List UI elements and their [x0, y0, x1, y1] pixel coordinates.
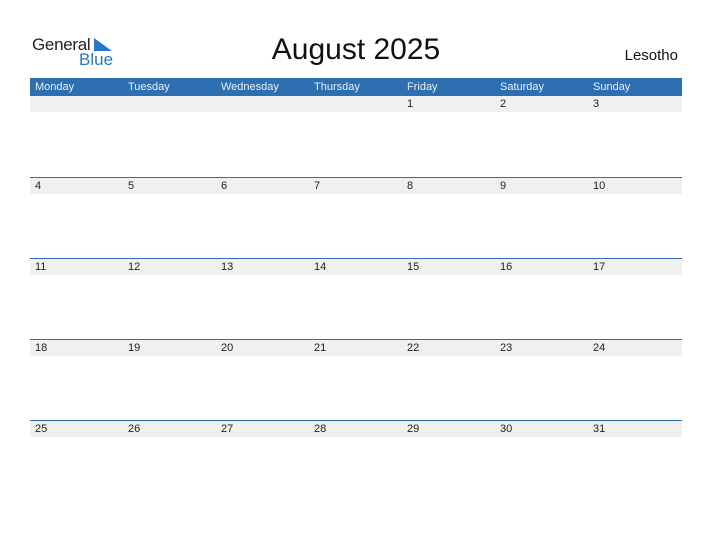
day-cell: 1	[407, 98, 414, 110]
day-cell: 18	[35, 342, 48, 354]
day-cell: 15	[407, 261, 420, 273]
day-cell: 24	[593, 342, 606, 354]
week-row: 1 2 3	[30, 96, 682, 177]
day-cell	[123, 96, 128, 112]
day-cell: 21	[314, 342, 327, 354]
day-cell: 10	[593, 180, 606, 192]
day-cell: 26	[128, 423, 141, 435]
weekday-header: Monday Tuesday Wednesday Thursday Friday Satu…	[30, 78, 682, 96]
day-cell	[30, 96, 35, 112]
day-cell: 27	[221, 423, 234, 435]
day-cell: 12	[128, 261, 141, 273]
day-cell	[216, 96, 221, 112]
day-cell: 30	[500, 423, 513, 435]
day-cell: 22	[407, 342, 420, 354]
week-row: 25 26 27 28 29 30 31	[30, 420, 682, 502]
day-cell	[309, 96, 314, 112]
day-cell: 29	[407, 423, 420, 435]
week-row: 11 12 13 14 15 16 17	[30, 258, 682, 340]
day-cell: 2	[500, 98, 507, 110]
weekday-sunday: Sunday	[593, 81, 631, 93]
day-cell: 19	[128, 342, 141, 354]
day-cell: 8	[407, 180, 414, 192]
weekday-tuesday: Tuesday	[128, 81, 170, 93]
day-cell: 14	[314, 261, 327, 273]
day-cell: 25	[35, 423, 48, 435]
day-cell: 16	[500, 261, 513, 273]
day-cell: 11	[35, 261, 47, 273]
day-cell: 9	[500, 180, 507, 192]
day-cell: 5	[128, 180, 135, 192]
country-label: Lesotho	[624, 47, 678, 64]
calendar-title: August 2025	[271, 33, 441, 66]
weekday-thursday: Thursday	[314, 81, 360, 93]
day-cell: 7	[314, 180, 321, 192]
weekday-wednesday: Wednesday	[221, 81, 279, 93]
day-cell: 3	[593, 98, 600, 110]
day-cell: 28	[314, 423, 327, 435]
day-cell: 20	[221, 342, 234, 354]
day-cell: 17	[593, 261, 606, 273]
week-row: 4 5 6 7 8 9 10	[30, 177, 682, 259]
day-cell: 13	[221, 261, 234, 273]
weekday-monday: Monday	[35, 81, 75, 93]
day-cell: 4	[35, 180, 42, 192]
day-cell: 6	[221, 180, 228, 192]
week-row: 18 19 20 21 22 23 24	[30, 339, 682, 421]
weekday-friday: Friday	[407, 81, 438, 93]
weekday-saturday: Saturday	[500, 81, 545, 93]
day-cell: 23	[500, 342, 513, 354]
day-cell: 31	[593, 423, 606, 435]
